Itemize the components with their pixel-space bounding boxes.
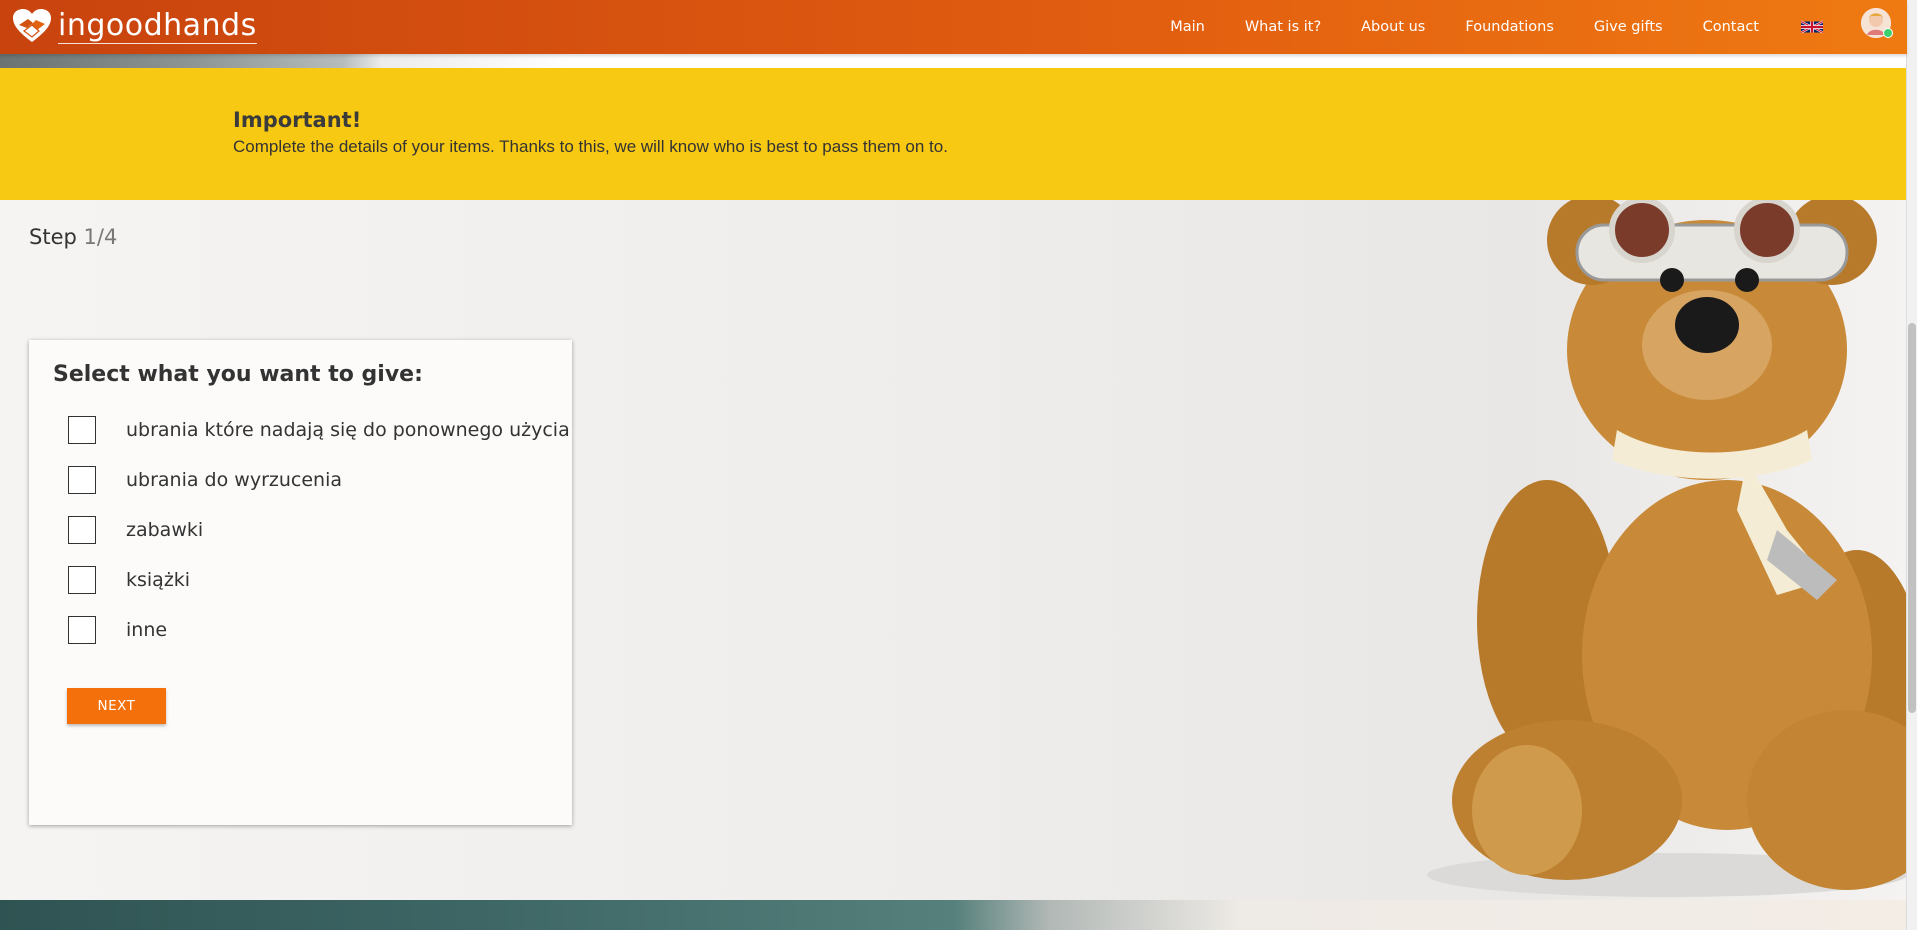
teddy-bear-image — [1427, 200, 1907, 897]
checkbox[interactable] — [68, 616, 96, 644]
nav-item-give-gifts[interactable]: Give gifts — [1574, 19, 1683, 35]
checkbox[interactable] — [68, 516, 96, 544]
user-avatar-icon[interactable] — [1861, 8, 1893, 38]
page-scrollbar[interactable] — [1906, 0, 1917, 930]
nav-item-what-is-it[interactable]: What is it? — [1225, 19, 1341, 35]
checkbox[interactable] — [68, 566, 96, 594]
logo[interactable]: ingoodhands — [10, 7, 257, 45]
step-number: 1/4 — [83, 225, 118, 249]
checkbox[interactable] — [68, 466, 96, 494]
option-books[interactable]: książki — [68, 565, 190, 595]
next-button[interactable]: NEXT — [67, 688, 166, 724]
knitted-texture-strip-bottom — [0, 900, 1907, 930]
option-reusable-clothes[interactable]: ubrania które nadają się do ponownego uż… — [68, 415, 570, 445]
option-label: inne — [126, 619, 168, 641]
main-navigation: Main What is it? About us Foundations Gi… — [1150, 0, 1823, 54]
step-label: Step — [29, 225, 77, 249]
option-label: zabawki — [126, 519, 204, 541]
banner-title: Important! — [233, 108, 362, 132]
option-other[interactable]: inne — [68, 615, 167, 645]
nav-item-main[interactable]: Main — [1150, 19, 1225, 35]
knitted-texture-strip — [0, 54, 1907, 68]
option-label: ubrania które nadają się do ponownego uż… — [126, 419, 570, 441]
nav-item-contact[interactable]: Contact — [1683, 19, 1779, 35]
banner-text: Complete the details of your items. Than… — [233, 137, 948, 156]
form-section: Step 1/4 Select what you want to give: u… — [0, 200, 1907, 900]
nav-item-foundations[interactable]: Foundations — [1445, 19, 1574, 35]
logo-text: ingoodhands — [58, 7, 257, 44]
top-navbar: ingoodhands Main What is it? About us Fo… — [0, 0, 1907, 54]
heart-hands-icon — [13, 9, 51, 42]
online-status-dot — [1883, 28, 1893, 38]
step-indicator: Step 1/4 — [29, 225, 117, 249]
form-title: Select what you want to give: — [53, 362, 423, 387]
uk-flag-icon[interactable] — [1801, 20, 1823, 34]
donation-form-card: Select what you want to give: ubrania kt… — [29, 340, 572, 825]
important-banner: Important! Complete the details of your … — [0, 68, 1907, 200]
scrollbar-thumb[interactable] — [1908, 323, 1916, 713]
option-toys[interactable]: zabawki — [68, 515, 203, 545]
option-label: książki — [126, 569, 191, 591]
option-label: ubrania do wyrzucenia — [126, 469, 342, 491]
nav-item-about-us[interactable]: About us — [1341, 19, 1445, 35]
option-clothes-to-discard[interactable]: ubrania do wyrzucenia — [68, 465, 342, 495]
checkbox[interactable] — [68, 416, 96, 444]
